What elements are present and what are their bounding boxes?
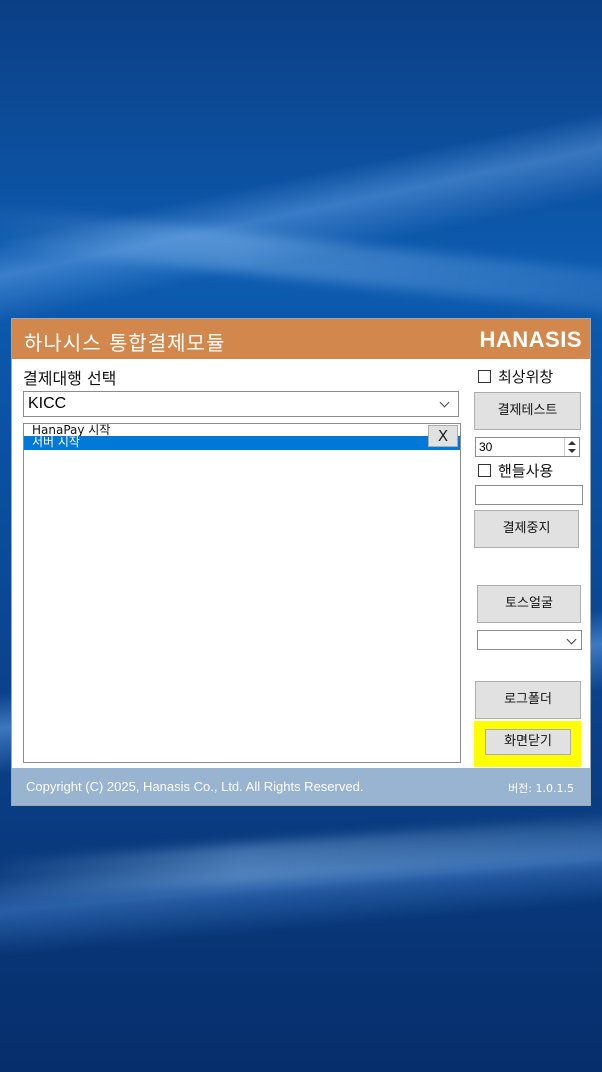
vendor-select[interactable]: KICC [23,391,459,417]
copyright-text: Copyright (C) 2025, Hanasis Co., Ltd. Al… [26,779,364,794]
wallpaper-streak [0,815,602,905]
log-folder-button[interactable]: 로그폴더 [475,681,581,719]
timeout-value: 30 [479,440,493,454]
handle-use-label: 핸들사용 [498,462,554,480]
arrow-up-icon[interactable] [568,441,576,445]
spinner-buttons[interactable] [564,438,579,456]
timeout-spinner[interactable]: 30 [475,437,580,457]
wallpaper-streak [0,203,602,317]
pay-stop-button[interactable]: 결제중지 [474,510,579,548]
chevron-down-icon [439,397,450,408]
log-list[interactable]: HanaPay 시작 서버 시작 X [23,423,461,763]
always-on-top-label: 최상위창 [498,368,554,386]
vendor-select-label: 결제대행 선택 [23,369,117,388]
always-on-top-checkbox[interactable] [478,370,491,383]
window-title: 하나시스 통합결제모듈 [24,331,226,355]
title-bar: 하나시스 통합결제모듈 HANASIS [12,319,590,359]
status-footer: Copyright (C) 2025, Hanasis Co., Ltd. Al… [12,768,590,805]
clear-log-button[interactable]: X [428,425,458,447]
close-screen-button[interactable]: 화면닫기 [485,729,571,755]
chevron-down-icon [566,634,577,645]
handle-input[interactable] [475,485,583,505]
toss-face-button[interactable]: 토스얼굴 [477,585,581,623]
hanasis-logo: HANASIS [479,327,582,352]
arrow-down-icon[interactable] [568,449,576,453]
handle-use-checkbox[interactable] [478,464,491,477]
list-item-selected[interactable]: 서버 시작 [24,436,460,450]
toss-face-select[interactable] [477,630,582,650]
pay-test-button[interactable]: 결제테스트 [474,392,581,430]
payment-module-window: 하나시스 통합결제모듈 HANASIS 결제대행 선택 KICC HanaPay… [12,319,590,805]
vendor-select-value: KICC [28,395,67,412]
version-text: 버전: 1.0.1.5 [508,782,574,795]
